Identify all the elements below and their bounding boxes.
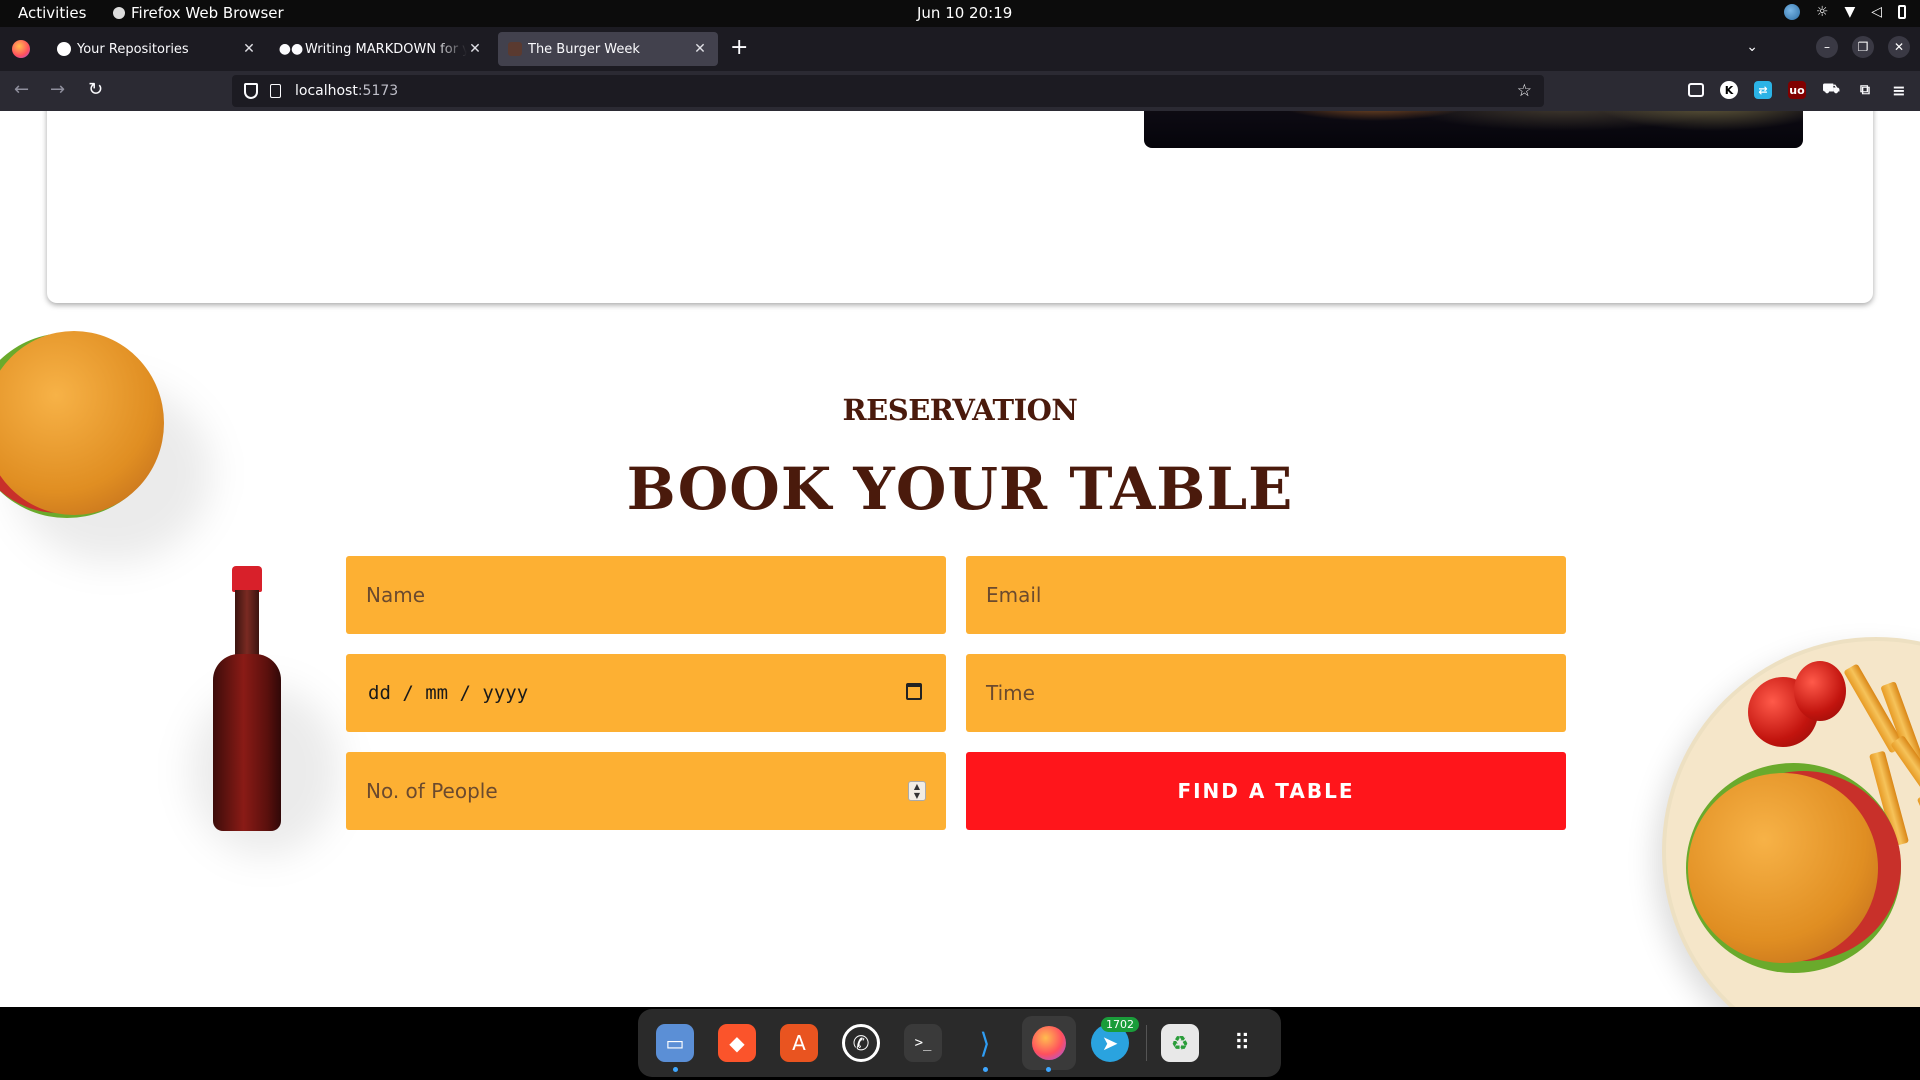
clock[interactable]: Jun 10 20:19 [917, 4, 1012, 22]
extensions-toolbar: K ⇄ uo ⛟ ⧉ ≡ [1688, 81, 1908, 100]
tab-title: Writing MARKDOWN for your [305, 41, 467, 57]
date-placeholder: dd / mm / yyyy [368, 682, 529, 704]
new-tab-plus-icon[interactable]: + [730, 37, 748, 59]
telegram-unread-badge: 1702 [1101, 1017, 1139, 1032]
burger-restaurant-photo [1144, 111, 1803, 148]
tracking-protection-shield-icon[interactable] [244, 83, 258, 99]
github-icon [57, 42, 71, 56]
about-section-card [47, 111, 1873, 303]
hamburger-menu-icon[interactable]: ≡ [1890, 81, 1908, 100]
firefox-view-icon[interactable] [12, 40, 30, 58]
translate-extension-icon[interactable]: ⇄ [1754, 81, 1772, 99]
page-title: BOOK YOUR TABLE [626, 455, 1294, 523]
ublock-origin-icon[interactable]: uo [1788, 81, 1806, 99]
running-indicator [673, 1067, 678, 1072]
extensions-puzzle-icon[interactable]: ⧉ [1856, 81, 1874, 99]
wifi-icon[interactable]: ▼ [1844, 4, 1855, 20]
forward-arrow-icon[interactable]: → [50, 80, 65, 100]
list-all-tabs-chevron-icon[interactable]: ⌄ [1746, 39, 1758, 55]
running-indicator [1046, 1067, 1051, 1072]
window-controls: ⌄ – ❐ ✕ [1746, 36, 1910, 58]
running-indicator [983, 1067, 988, 1072]
activities-button[interactable]: Activities [18, 4, 86, 22]
navigation-toolbar: ← → ↻ localhost:5173 ☆ K ⇄ uo ⛟ ⧉ ≡ [0, 71, 1920, 111]
burger-favicon [508, 42, 522, 56]
close-window-button[interactable]: ✕ [1888, 36, 1910, 58]
number-spinner-icon[interactable]: ▲ ▼ [908, 781, 926, 801]
name-input[interactable]: Name [346, 556, 946, 634]
car-extension-icon[interactable]: ⛟ [1822, 81, 1840, 99]
email-input[interactable]: Email [966, 556, 1566, 634]
url-host: localhost [295, 83, 358, 99]
whatsapp-icon[interactable]: ✆ [842, 1024, 880, 1062]
people-placeholder: No. of People [366, 779, 498, 803]
plate-burger-fries-image [1666, 641, 1920, 1007]
date-input[interactable]: dd / mm / yyyy [346, 654, 946, 732]
hot-sauce-bottle-image [190, 566, 340, 856]
firefox-icon[interactable] [1022, 1016, 1076, 1070]
close-icon[interactable]: ✕ [467, 41, 483, 57]
pocket-icon[interactable] [1688, 83, 1704, 97]
time-placeholder: Time [986, 681, 1035, 705]
address-bar[interactable]: localhost:5173 ☆ [232, 75, 1544, 107]
tab-writing-markdown[interactable]: ●● Writing MARKDOWN for your ✕ [273, 32, 493, 66]
app-menu[interactable]: Firefox Web Browser [113, 4, 284, 22]
files-icon[interactable]: ▭ [656, 1024, 694, 1062]
globe-icon[interactable] [1783, 4, 1800, 20]
people-number-input[interactable]: No. of People ▲ ▼ [346, 752, 946, 830]
tab-the-burger-week[interactable]: The Burger Week ✕ [498, 32, 718, 66]
brightness-icon[interactable]: ☼ [1816, 4, 1829, 20]
vscode-icon[interactable]: ⟩ [966, 1024, 1004, 1062]
restore-button[interactable]: ❐ [1852, 36, 1874, 58]
tab-title: The Burger Week [528, 41, 640, 57]
name-placeholder: Name [366, 583, 426, 607]
url-text[interactable]: localhost:5173 [295, 83, 398, 99]
close-icon[interactable]: ✕ [241, 41, 257, 57]
battery-icon[interactable] [1898, 5, 1906, 19]
time-input[interactable]: Time [966, 654, 1566, 732]
firefox-small-icon [113, 7, 125, 19]
tab-title: Your Repositories [77, 41, 189, 57]
volume-muted-icon[interactable]: ◁ [1871, 4, 1882, 20]
web-page: RESERVATION BOOK YOUR TABLE Name Email d… [0, 111, 1920, 1007]
app-grid-icon[interactable]: ⠿ [1223, 1024, 1261, 1062]
minimize-button[interactable]: – [1816, 36, 1838, 58]
app-center-icon[interactable]: A [780, 1024, 818, 1062]
section-eyebrow: RESERVATION [842, 393, 1078, 427]
tab-your-repositories[interactable]: Your Repositories ✕ [47, 32, 267, 66]
back-arrow-icon[interactable]: ← [14, 80, 29, 100]
url-port: :5173 [357, 83, 399, 99]
k-extension-icon[interactable]: K [1720, 81, 1738, 99]
close-icon[interactable]: ✕ [692, 41, 708, 57]
page-info-icon[interactable] [270, 84, 281, 98]
find-table-button[interactable]: FIND A TABLE [966, 752, 1566, 830]
tab-bar: Your Repositories ✕ ●● Writing MARKDOWN … [0, 27, 1920, 71]
system-tray[interactable]: ☼ ▼ ◁ [1783, 4, 1906, 20]
bookmark-star-icon[interactable]: ☆ [1517, 81, 1532, 101]
calendar-icon[interactable] [906, 683, 922, 700]
reload-icon[interactable]: ↻ [88, 80, 103, 100]
app-name-label: Firefox Web Browser [131, 4, 284, 22]
terminal-icon[interactable]: >_ [904, 1024, 942, 1062]
brave-icon[interactable]: ◆ [718, 1024, 756, 1062]
dock-separator [1146, 1025, 1147, 1061]
trash-icon[interactable]: ♻ [1161, 1024, 1199, 1062]
email-placeholder: Email [986, 583, 1042, 607]
medium-icon: ●● [278, 41, 304, 57]
system-top-bar: Activities Firefox Web Browser Jun 10 20… [0, 0, 1920, 27]
